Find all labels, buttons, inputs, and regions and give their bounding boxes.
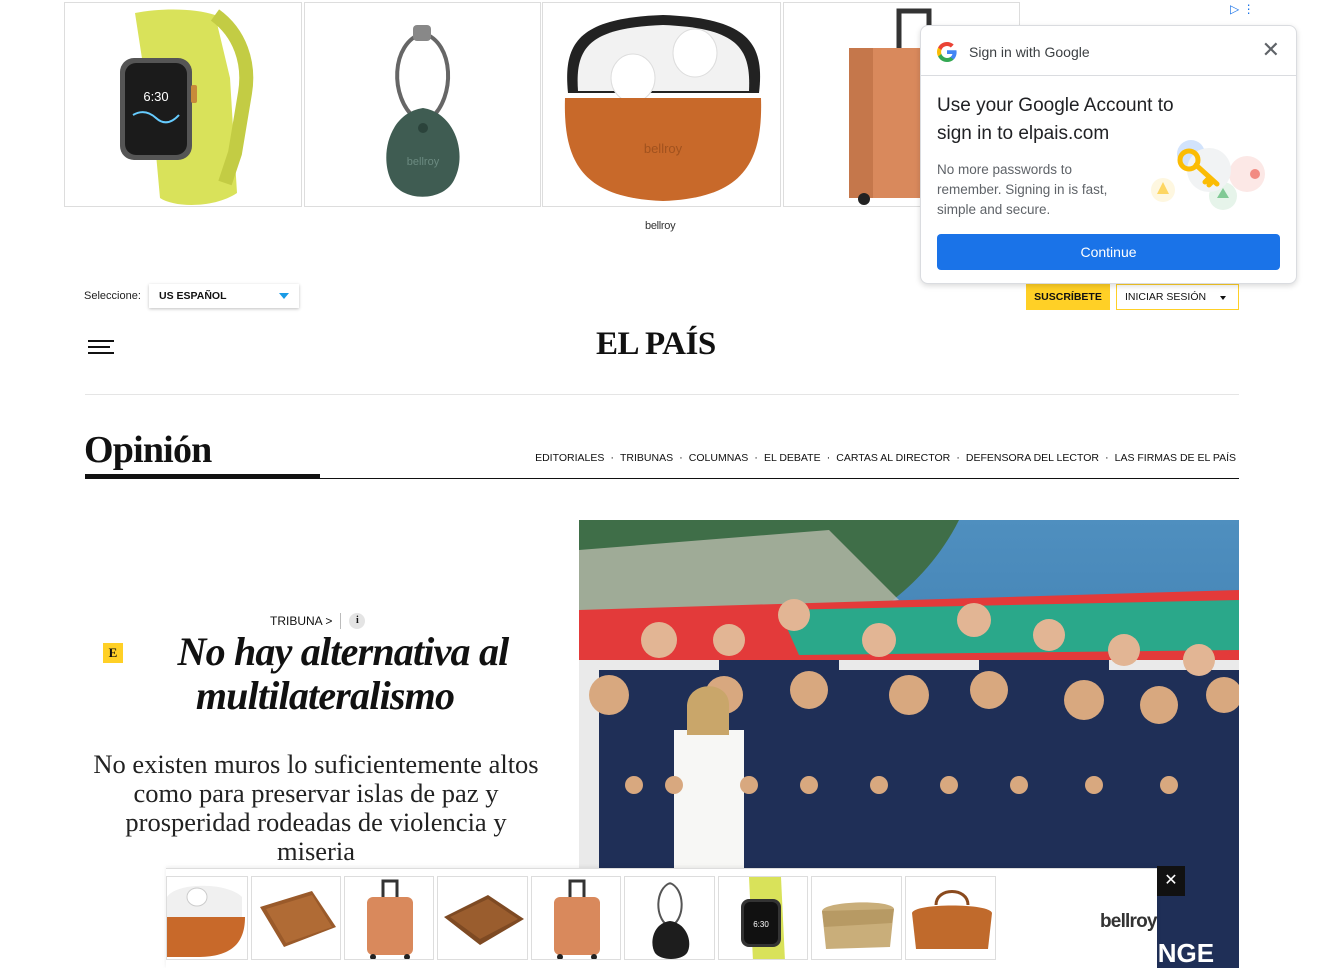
section-underline [85, 474, 320, 479]
edition-label: Seleccione: [84, 290, 141, 302]
subnav-el-debate[interactable]: EL DEBATE [764, 452, 821, 464]
tag-keyring-image: bellroy [386, 25, 460, 197]
section-title[interactable]: Opinión [84, 428, 212, 472]
adchoices-icon[interactable]: ▷ ⋮ [1230, 2, 1255, 16]
ad-product-watch-band[interactable]: 6:30 [64, 2, 302, 207]
ad-bottom-messenger-bag[interactable] [811, 876, 902, 960]
subnav-tribunas[interactable]: TRIBUNAS [620, 452, 673, 464]
header-divider [85, 394, 1239, 395]
ad-bottom-duffel-bag[interactable] [905, 876, 996, 960]
edition-value: US ESPAÑOL [159, 290, 227, 302]
ad-bottom-tag-keyring[interactable] [624, 876, 715, 960]
google-signin-header-text: Sign in with Google [969, 44, 1090, 60]
ad-bottom-wallet[interactable] [437, 876, 528, 960]
ad-bottom-watch-band[interactable]: 6:30 [718, 876, 808, 960]
article-kicker: TRIBUNA > i [270, 613, 366, 629]
site-logo[interactable]: EL PAÍS [596, 326, 716, 363]
info-icon[interactable]: i [349, 613, 366, 629]
svg-text:6:30: 6:30 [143, 89, 168, 104]
menu-icon[interactable] [88, 338, 116, 354]
airpods-case-image: bellroy [564, 15, 762, 201]
bottom-sticky-ad[interactable]: 6:30 [166, 868, 1157, 968]
ad-bottom-suitcase[interactable] [531, 876, 621, 960]
watch-band-image: 6:30 [120, 9, 254, 205]
chevron-down-icon [279, 293, 289, 299]
google-signin-header: Sign in with Google ✕ [921, 26, 1296, 76]
svg-text:6:30: 6:30 [753, 920, 769, 929]
login-label: INICIAR SESIÓN [1125, 291, 1207, 303]
ad-brand-logo: bellroy [645, 220, 676, 232]
ad-product-tag-keyring[interactable]: bellroy [304, 2, 541, 207]
chevron-down-icon [1220, 296, 1226, 300]
subnav-defensora-del-lector[interactable]: DEFENSORA DEL LECTOR [966, 452, 1099, 464]
subnav-editoriales[interactable]: EDITORIALES [535, 452, 604, 464]
edition-select[interactable]: US ESPAÑOL [149, 284, 299, 308]
subscribe-button[interactable]: SUSCRÍBETE [1026, 284, 1110, 310]
google-signin-body: No more passwords to remember. Signing i… [937, 162, 1108, 217]
article-subtitle: No existen muros lo suficientemente alto… [93, 749, 539, 866]
ad-bottom-airpods-case[interactable] [166, 876, 248, 960]
login-button[interactable]: INICIAR SESIÓN [1116, 284, 1239, 310]
ad-bottom-wallet[interactable] [251, 876, 341, 960]
key-illustration-icon [1151, 140, 1265, 210]
svg-text:bellroy: bellroy [644, 141, 683, 156]
google-signin-prompt: Sign in with Google ✕ Use your Google Ac… [920, 25, 1297, 284]
svg-text:bellroy: bellroy [407, 156, 440, 168]
subnav-las-firmas[interactable]: LAS FIRMAS DE EL PAÍS [1115, 452, 1236, 464]
ad-bottom-brand-logo: bellroy [1100, 911, 1157, 932]
google-logo-icon [937, 42, 957, 62]
subnav-columnas[interactable]: COLUMNAS [689, 452, 749, 464]
ad-bottom-suitcase[interactable] [344, 876, 434, 960]
subnav-cartas-al-director[interactable]: CARTAS AL DIRECTOR [836, 452, 950, 464]
ad-product-airpods-case[interactable]: bellroy [542, 2, 781, 207]
close-icon[interactable]: ✕ [1262, 39, 1280, 61]
section-subnav: EDITORIALES · TRIBUNAS · COLUMNAS · EL DEBA… [535, 452, 1236, 464]
google-continue-button[interactable]: Continue [937, 234, 1280, 270]
article-headline[interactable]: No hay alternativa al multilateralismo [90, 630, 560, 718]
close-ad-button[interactable]: ✕ [1157, 866, 1185, 896]
kicker-link[interactable]: TRIBUNA > [270, 614, 332, 628]
